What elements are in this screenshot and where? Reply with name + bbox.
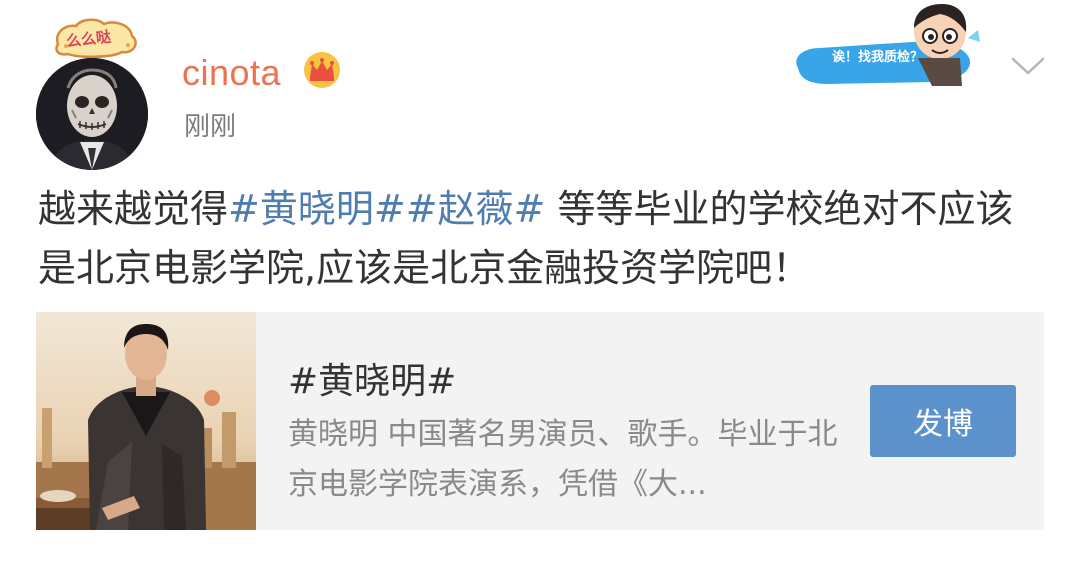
man-in-suit-photo-icon	[36, 312, 256, 530]
post-text-intro: 越来越觉得	[38, 187, 229, 231]
topic-card[interactable]: #黄晓明# 黄晓明 中国著名男演员、歌手。毕业于北京电影学院表演系，凭借《大..…	[36, 312, 1044, 530]
crown-icon	[304, 52, 340, 88]
username[interactable]: cinota	[182, 52, 281, 94]
topic-link-zhaowei[interactable]: #赵薇#	[406, 187, 546, 231]
post-timestamp: 刚刚	[184, 112, 237, 142]
skull-face-avatar-icon	[36, 58, 148, 170]
topic-link-huangxiaoming[interactable]: #黄晓明#	[228, 187, 406, 231]
topic-card-description: 黄晓明 中国著名男演员、歌手。毕业于北京电影学院表演系，凭借《大...	[288, 417, 838, 502]
post-body: 越来越觉得#黄晓明##赵薇# 等等毕业的学校绝对不应该是北京电影学院,应该是北京…	[38, 180, 1048, 298]
topic-card-title: #黄晓明#	[288, 361, 457, 402]
post-weibo-button[interactable]: 发博	[870, 385, 1016, 457]
avatar-container[interactable]: 么么哒	[34, 18, 154, 170]
topic-card-thumbnail	[36, 312, 256, 530]
sticker-text: 诶！找我质检？	[832, 50, 924, 65]
chevron-down-icon[interactable]	[1010, 54, 1046, 78]
cartoon-boy-sticker-icon	[796, 4, 980, 86]
avatar[interactable]	[36, 58, 148, 170]
